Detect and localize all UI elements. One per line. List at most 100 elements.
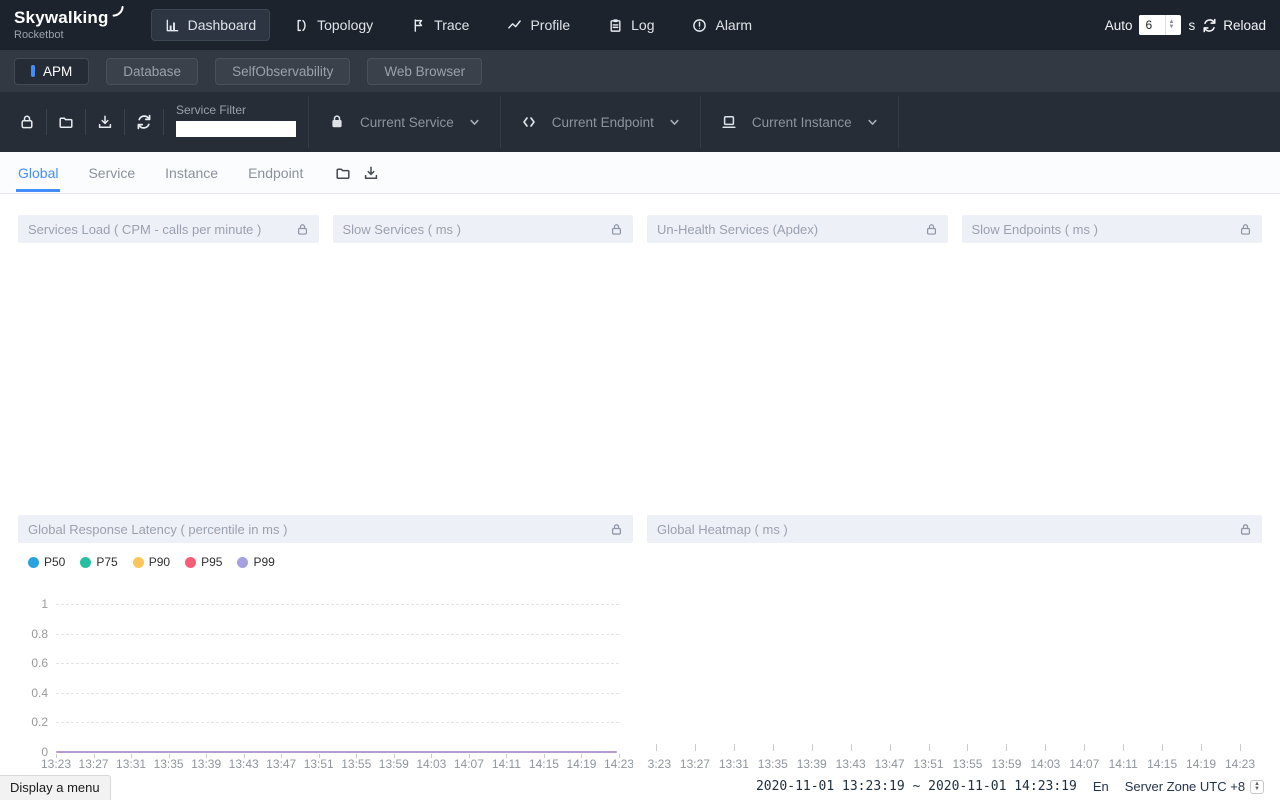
latency-panel: Global Response Latency ( percentile in …: [18, 515, 633, 778]
x-axis-label: 13:59: [991, 757, 1021, 771]
dashboard-group-tabs: APM Database SelfObservability Web Browser: [0, 50, 1280, 92]
tab-endpoint[interactable]: Endpoint: [246, 153, 305, 192]
time-range-picker[interactable]: 2020-11-01 13:23:19 ~ 2020-11-01 14:23:1…: [756, 779, 1077, 794]
server-zone-label: Server Zone UTC +8: [1125, 779, 1245, 794]
brand-title: Skywalking: [14, 9, 123, 28]
selector-current-endpoint[interactable]: Current Endpoint: [501, 92, 700, 152]
legend-marker: [28, 557, 39, 568]
lock-icon[interactable]: [925, 223, 938, 236]
tab-global[interactable]: Global: [16, 153, 60, 192]
x-axis-label: 13:35: [154, 757, 184, 771]
x-axis-label: 14:03: [416, 757, 446, 771]
nav-item-topology[interactable]: Topology: [280, 9, 387, 41]
chevron-down-icon: [669, 117, 680, 128]
nav-item-dashboard[interactable]: Dashboard: [151, 9, 271, 41]
lock-icon[interactable]: [1239, 523, 1252, 536]
group-tab-web-browser[interactable]: Web Browser: [367, 58, 482, 85]
panel-header: Global Heatmap ( ms ): [647, 515, 1262, 543]
service-filter-input[interactable]: [176, 121, 296, 137]
x-axis-label: 14:11: [1109, 757, 1138, 771]
nav-item-label: Log: [631, 17, 654, 33]
selector-current-service[interactable]: Current Service: [309, 92, 500, 152]
download-icon[interactable]: [86, 114, 124, 130]
active-indicator: [31, 65, 35, 77]
x-axis-label: 13:39: [797, 757, 827, 771]
group-tab-label: SelfObservability: [232, 64, 333, 79]
interval-spinner[interactable]: ▲▼: [1165, 15, 1176, 35]
group-tab-apm[interactable]: APM: [14, 58, 89, 85]
download-icon[interactable]: [363, 165, 379, 181]
language-toggle[interactable]: En: [1093, 779, 1109, 794]
auto-interval-input[interactable]: [1139, 15, 1165, 35]
x-axis-tick: [812, 744, 813, 751]
x-axis-tick: [734, 744, 735, 751]
nav-item-log[interactable]: Log: [594, 9, 668, 41]
tab-instance[interactable]: Instance: [163, 153, 220, 192]
panel-header: Un-Health Services (Apdex): [647, 215, 948, 243]
folder-icon[interactable]: [335, 165, 351, 181]
x-axis-tick: [773, 744, 774, 751]
latency-line-chart: P50P75P90P95P99 00.20.40.60.81 13:2313:2…: [18, 543, 633, 778]
y-axis-label: 0.2: [18, 715, 48, 729]
x-axis-label: 13:27: [680, 757, 710, 771]
browser-status-tooltip: Display a menu: [0, 775, 111, 800]
lock-icon[interactable]: [610, 523, 623, 536]
nav-item-alarm[interactable]: Alarm: [678, 9, 766, 41]
group-tab-label: Database: [123, 64, 181, 79]
instance-icon: [721, 114, 737, 130]
x-axis-label: 13:39: [191, 757, 221, 771]
x-axis-tick: [1162, 744, 1163, 751]
x-axis-label: 14:07: [454, 757, 484, 771]
panel-services-load-cpm-ca: Services Load ( CPM - calls per minute ): [18, 215, 319, 243]
chevron-down-icon: [867, 117, 878, 128]
selector-current-instance[interactable]: Current Instance: [701, 92, 898, 152]
series-line-flat: [56, 751, 617, 753]
folder-icon[interactable]: [47, 114, 85, 130]
tab-bar-actions: [335, 165, 379, 181]
x-axis-label: 13:47: [266, 757, 296, 771]
x-axis-tick: [967, 744, 968, 751]
heatmap-axis: 13:2313:2713:3113:3513:3913:4313:4713:51…: [656, 543, 1240, 778]
x-axis-label: 13:23: [647, 757, 671, 771]
group-tab-label: APM: [43, 64, 72, 79]
reload-button[interactable]: Reload: [1202, 18, 1266, 33]
selector-label: Current Instance: [752, 115, 852, 130]
panel-un-health-services-a: Un-Health Services (Apdex): [647, 215, 948, 243]
x-axis-label: 13:35: [758, 757, 788, 771]
skywalking-logo[interactable]: Skywalking Rocketbot: [14, 9, 123, 41]
alarm-icon: [692, 18, 707, 33]
heatmap-panel: Global Heatmap ( ms ) 13:2313:2713:3113:…: [647, 515, 1262, 778]
nav-item-trace[interactable]: Trace: [397, 9, 483, 41]
x-axis-tick: [1240, 744, 1241, 751]
service-filter-label: Service Filter: [176, 103, 296, 117]
x-axis-label: 13:27: [79, 757, 109, 771]
lock-icon[interactable]: [1239, 223, 1252, 236]
panel-header: Global Response Latency ( percentile in …: [18, 515, 633, 543]
gridline: [56, 693, 619, 694]
x-axis-label: 14:11: [492, 757, 521, 771]
auto-label: Auto: [1105, 18, 1133, 33]
reload-icon: [1202, 18, 1217, 33]
auto-interval-stepper: ▲▼: [1139, 15, 1181, 35]
panel-header: Slow Services ( ms ): [333, 215, 634, 243]
lock-icon[interactable]: [8, 114, 46, 130]
brand-subtitle: Rocketbot: [14, 29, 123, 41]
group-tab-database[interactable]: Database: [106, 58, 198, 85]
auto-unit-label: s: [1188, 18, 1195, 33]
nav-item-profile[interactable]: Profile: [493, 9, 584, 41]
panel-slow-services-ms-: Slow Services ( ms ): [333, 215, 634, 243]
zone-stepper[interactable]: ▲▼: [1250, 780, 1264, 794]
panel-header: Slow Endpoints ( ms ): [962, 215, 1263, 243]
x-axis-tick: [890, 744, 891, 751]
x-axis-label: 13:47: [875, 757, 905, 771]
lock-icon[interactable]: [296, 223, 309, 236]
x-axis-label: 14:19: [566, 757, 596, 771]
refresh-icon[interactable]: [125, 114, 163, 130]
x-axis-label: 13:23: [41, 757, 71, 771]
group-tab-selfobservability[interactable]: SelfObservability: [215, 58, 350, 85]
lock-icon[interactable]: [610, 223, 623, 236]
topology-icon: [294, 18, 309, 33]
endpoint-icon: [521, 114, 537, 130]
x-axis-label: 14:23: [1225, 757, 1255, 771]
tab-service[interactable]: Service: [86, 153, 137, 192]
